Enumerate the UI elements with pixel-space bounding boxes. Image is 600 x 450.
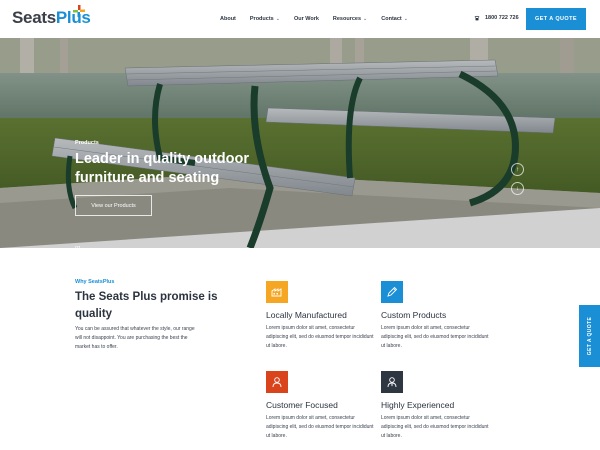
feature-title: Locally Manufactured — [266, 310, 347, 320]
pencil-icon — [381, 281, 403, 303]
feature-custom-products: Custom Products Lorem ipsum dolor sit am… — [381, 281, 491, 351]
person-icon — [266, 371, 288, 393]
feature-title: Customer Focused — [266, 400, 338, 410]
feature-text: Lorem ipsum dolor sit amet, consectetur … — [266, 415, 374, 439]
why-eyebrow: Why SeatsPlus — [75, 279, 115, 285]
feature-text: Lorem ipsum dolor sit amet, consectetur … — [381, 325, 489, 349]
why-title: The Seats Plus promise is quality — [75, 291, 218, 320]
side-tab-label: GET A QUOTE — [586, 316, 593, 356]
get-a-quote-button[interactable]: GET A QUOTE — [526, 8, 586, 30]
slide-number: 01 — [75, 246, 81, 248]
expert-icon — [381, 371, 403, 393]
feature-highly-experienced: Highly Experienced Lorem ipsum dolor sit… — [381, 371, 491, 441]
feature-text: Lorem ipsum dolor sit amet, consectetur … — [266, 325, 374, 349]
hero-eyebrow: Products — [75, 140, 99, 146]
why-text: You can be assured that whatever the sty… — [75, 326, 195, 350]
logo[interactable]: SeatsPlus — [12, 5, 91, 28]
nav-about[interactable]: About — [220, 16, 236, 22]
chevron-down-icon: ⌄ — [275, 16, 280, 22]
slide-indicator: 01 — [75, 246, 94, 248]
slider-up-arrow-icon[interactable]: ↑ — [511, 163, 524, 176]
nav-contact[interactable]: Contact ⌄ — [381, 16, 408, 22]
hero-banner: Products Leader in quality outdoor furni… — [0, 38, 600, 248]
side-get-a-quote-tab[interactable]: GET A QUOTE — [579, 305, 600, 367]
chevron-down-icon: ⌄ — [403, 16, 408, 22]
phone-icon — [474, 15, 480, 21]
factory-icon — [266, 281, 288, 303]
main-nav: About Products ⌄ Our Work Resources ⌄ Cont… — [220, 0, 422, 38]
feature-title: Highly Experienced — [381, 400, 455, 410]
hero-title: Leader in quality outdoor furniture and … — [75, 151, 250, 186]
view-products-button[interactable]: View our Products — [75, 195, 152, 216]
nav-resources[interactable]: Resources ⌄ — [333, 16, 367, 22]
feature-locally-manufactured: Locally Manufactured Lorem ipsum dolor s… — [266, 281, 376, 351]
slider-down-arrow-icon[interactable]: ↓ — [511, 182, 524, 195]
nav-products[interactable]: Products ⌄ — [250, 16, 280, 22]
phone-link[interactable]: 1800 722 726 — [474, 15, 519, 21]
site-header: SeatsPlus About Products ⌄ Our Work Resou… — [0, 0, 600, 38]
feature-text: Lorem ipsum dolor sit amet, consectetur … — [381, 415, 489, 439]
nav-our-work[interactable]: Our Work — [294, 16, 319, 22]
phone-number: 1800 722 726 — [485, 15, 519, 21]
chevron-down-icon: ⌄ — [363, 16, 368, 22]
feature-title: Custom Products — [381, 310, 447, 320]
feature-customer-focused: Customer Focused Lorem ipsum dolor sit a… — [266, 371, 376, 441]
logo-mark-icon — [73, 5, 85, 17]
